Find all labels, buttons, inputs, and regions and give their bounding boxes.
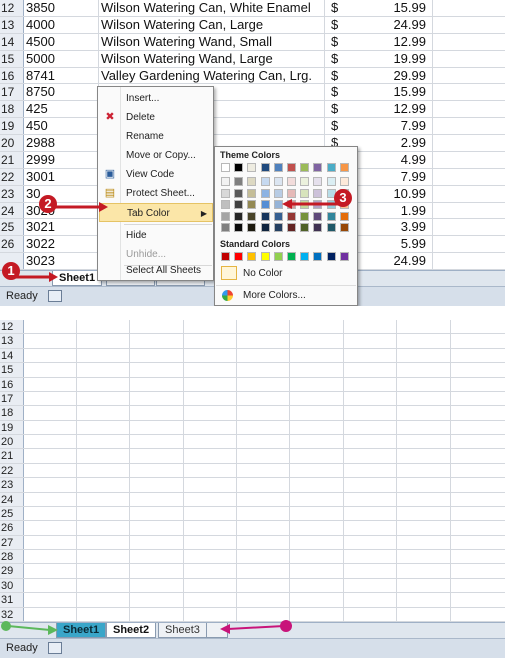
callout-3-badge: 3: [334, 189, 352, 207]
bottom-screenshot: 12 13 14 15 16 17 18 19 20 21 22 23 24 25 26 27 28 29 30 31…: [0, 320, 505, 658]
pointer-arrows: [1, 620, 292, 635]
callout-arrows: [14, 199, 340, 282]
callout-1-badge: 1: [2, 262, 20, 280]
callout-2-badge: 2: [39, 195, 57, 213]
top-screenshot: 12 3850 Wilson Watering Can, White Enamel $…: [0, 0, 505, 306]
